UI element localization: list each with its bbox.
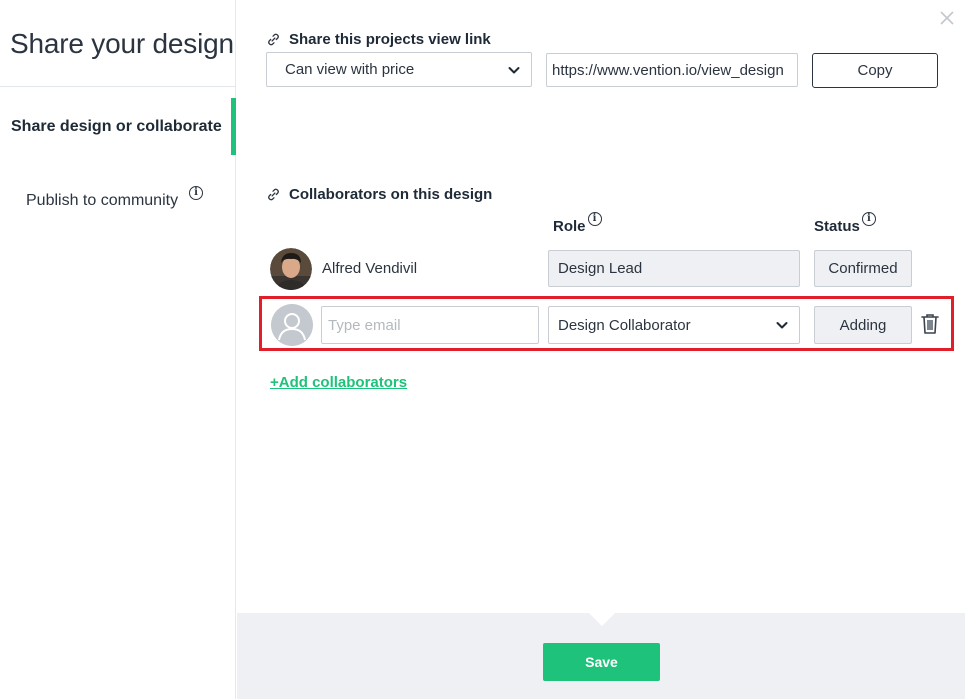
status-column-header: Status i (814, 212, 876, 235)
avatar (270, 248, 312, 290)
sidebar: Share your design Share design or collab… (0, 0, 236, 699)
email-field[interactable] (321, 306, 539, 344)
sidebar-item-share-collaborate[interactable]: Share design or collaborate (0, 98, 236, 155)
info-icon[interactable]: i (189, 186, 203, 200)
collaborator-status: Confirmed (814, 250, 912, 287)
close-icon[interactable] (939, 10, 955, 26)
avatar-placeholder (271, 304, 313, 346)
trash-icon[interactable] (920, 313, 940, 335)
chevron-down-icon (508, 66, 520, 73)
permission-select[interactable]: Can view with price (266, 52, 532, 87)
share-link-heading: Share this projects view link (266, 31, 491, 48)
copy-button[interactable]: Copy (812, 53, 938, 88)
sidebar-title: Share your design (10, 28, 234, 59)
chevron-down-icon (776, 322, 788, 329)
status-header-label: Status (814, 218, 860, 235)
save-button[interactable]: Save (543, 643, 660, 681)
footer-notch (588, 612, 616, 626)
collaborator-role: Design Lead (548, 250, 800, 287)
sidebar-item-publish-community[interactable]: Publish to community i (0, 180, 236, 220)
permission-select-value: Can view with price (285, 61, 415, 78)
share-link-heading-text: Share this projects view link (289, 31, 491, 48)
role-select-value: Design Collaborator (558, 316, 691, 334)
share-url-field[interactable]: https://www.vention.io/view_design (546, 53, 798, 87)
add-collaborators-link[interactable]: +Add collaborators (270, 374, 407, 391)
info-icon[interactable]: i (587, 212, 602, 226)
active-indicator (231, 98, 236, 155)
collaborators-heading: Collaborators on this design (266, 186, 492, 203)
collaborators-heading-text: Collaborators on this design (289, 186, 493, 203)
sidebar-divider (0, 86, 236, 87)
info-icon[interactable]: i (861, 212, 876, 226)
role-header-label: Role (553, 218, 586, 235)
collaborator-name: Alfred Vendivil (322, 260, 418, 277)
role-select[interactable]: Design Collaborator (548, 306, 800, 344)
link-icon (268, 33, 279, 46)
link-icon (268, 188, 279, 201)
sidebar-item-label: Publish to community (26, 192, 179, 209)
role-column-header: Role i (553, 212, 602, 235)
sidebar-item-label: Share design or collaborate (11, 118, 222, 135)
new-collaborator-status: Adding (814, 306, 912, 344)
